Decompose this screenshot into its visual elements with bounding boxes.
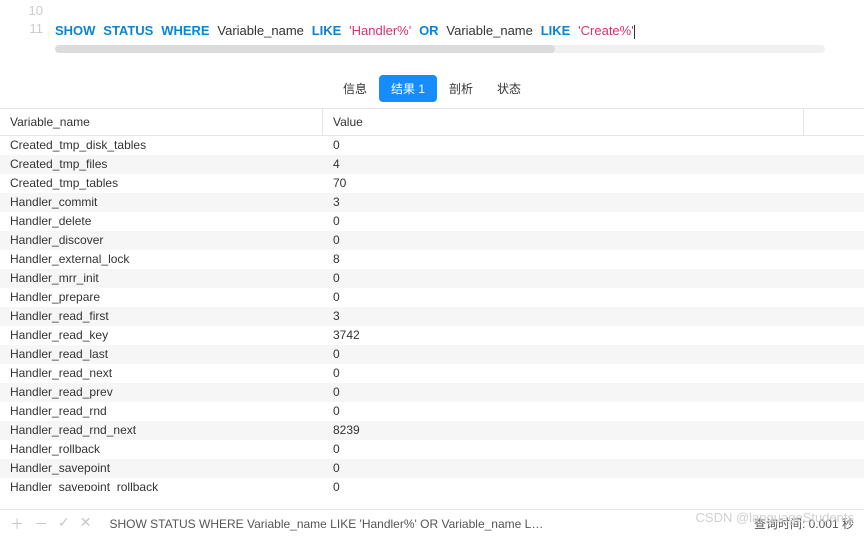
cell-value: 3: [323, 193, 864, 212]
cell-value: 0: [323, 478, 864, 491]
table-row[interactable]: Created_tmp_disk_tables0: [0, 136, 864, 155]
result-grid-body[interactable]: Created_tmp_disk_tables0Created_tmp_file…: [0, 136, 864, 491]
line-gutter: 10 11: [0, 0, 55, 41]
cell-value: 0: [323, 440, 864, 459]
table-row[interactable]: Handler_savepoint_rollback0: [0, 478, 864, 491]
cell-variable-name: Created_tmp_files: [0, 155, 323, 174]
tab-status[interactable]: 状态: [485, 75, 533, 102]
cell-variable-name: Handler_mrr_init: [0, 269, 323, 288]
cell-value: 0: [323, 136, 864, 155]
table-row[interactable]: Handler_delete0: [0, 212, 864, 231]
cell-value: 0: [323, 269, 864, 288]
add-row-icon[interactable]: ＋: [10, 514, 24, 534]
cell-value: 0: [323, 212, 864, 231]
footer-query-time: 查询时间: 0.001 秒: [754, 515, 854, 532]
cell-value: 0: [323, 383, 864, 402]
cell-value: 4: [323, 155, 864, 174]
table-row[interactable]: Handler_read_first3: [0, 307, 864, 326]
cell-value: 70: [323, 174, 864, 193]
footer-sql-echo: SHOW STATUS WHERE Variable_name LIKE 'Ha…: [109, 517, 753, 531]
cell-variable-name: Handler_savepoint_rollback: [0, 478, 323, 491]
cell-variable-name: Handler_read_rnd_next: [0, 421, 323, 440]
table-row[interactable]: Handler_read_key3742: [0, 326, 864, 345]
tab-info[interactable]: 信息: [331, 75, 379, 102]
cell-variable-name: Handler_read_next: [0, 364, 323, 383]
table-row[interactable]: Handler_read_rnd0: [0, 402, 864, 421]
table-row[interactable]: Handler_external_lock8: [0, 250, 864, 269]
line-number: 10: [0, 2, 43, 20]
table-row[interactable]: Created_tmp_tables70: [0, 174, 864, 193]
column-header-value[interactable]: Value: [323, 109, 804, 135]
column-header-spacer: [804, 109, 864, 135]
table-row[interactable]: Handler_discover0: [0, 231, 864, 250]
table-row[interactable]: Handler_read_last0: [0, 345, 864, 364]
cell-value: 8239: [323, 421, 864, 440]
cell-variable-name: Handler_rollback: [0, 440, 323, 459]
apply-icon[interactable]: ✓: [58, 514, 70, 534]
cell-variable-name: Created_tmp_disk_tables: [0, 136, 323, 155]
table-row[interactable]: Created_tmp_files4: [0, 155, 864, 174]
table-row[interactable]: Handler_read_rnd_next8239: [0, 421, 864, 440]
cancel-icon[interactable]: ✕: [80, 514, 92, 534]
cell-value: 0: [323, 459, 864, 478]
editor-horizontal-scrollbar[interactable]: [55, 45, 825, 53]
cell-variable-name: Handler_external_lock: [0, 250, 323, 269]
sql-editor[interactable]: 10 11 SHOW STATUS WHERE Variable_name LI…: [0, 0, 864, 41]
cell-variable-name: Handler_savepoint: [0, 459, 323, 478]
cell-value: 0: [323, 402, 864, 421]
table-row[interactable]: Handler_read_next0: [0, 364, 864, 383]
cell-variable-name: Handler_read_prev: [0, 383, 323, 402]
cell-variable-name: Handler_discover: [0, 231, 323, 250]
table-row[interactable]: Handler_rollback0: [0, 440, 864, 459]
scrollbar-thumb[interactable]: [55, 45, 555, 53]
cell-variable-name: Handler_delete: [0, 212, 323, 231]
cell-value: 0: [323, 345, 864, 364]
result-tabs: 信息 结果 1 剖析 状态: [0, 75, 864, 102]
cell-variable-name: Handler_read_first: [0, 307, 323, 326]
status-bar: ＋ － ✓ ✕ SHOW STATUS WHERE Variable_name …: [0, 509, 864, 537]
cell-value: 0: [323, 288, 864, 307]
cell-variable-name: Handler_prepare: [0, 288, 323, 307]
cell-variable-name: Handler_read_last: [0, 345, 323, 364]
table-row[interactable]: Handler_prepare0: [0, 288, 864, 307]
line-number: 11: [0, 20, 43, 38]
cell-value: 8: [323, 250, 864, 269]
table-row[interactable]: Handler_commit3: [0, 193, 864, 212]
tab-result-1[interactable]: 结果 1: [379, 75, 437, 102]
cell-value: 3742: [323, 326, 864, 345]
table-row[interactable]: Handler_mrr_init0: [0, 269, 864, 288]
cell-variable-name: Handler_read_key: [0, 326, 323, 345]
column-header-name[interactable]: Variable_name: [0, 109, 323, 135]
cell-variable-name: Created_tmp_tables: [0, 174, 323, 193]
result-grid-header: Variable_name Value: [0, 108, 864, 136]
tab-profile[interactable]: 剖析: [437, 75, 485, 102]
cell-value: 3: [323, 307, 864, 326]
sql-line[interactable]: SHOW STATUS WHERE Variable_name LIKE 'Ha…: [55, 20, 635, 41]
text-cursor: [634, 25, 635, 39]
table-row[interactable]: Handler_savepoint0: [0, 459, 864, 478]
cell-value: 0: [323, 364, 864, 383]
cell-value: 0: [323, 231, 864, 250]
code-area[interactable]: SHOW STATUS WHERE Variable_name LIKE 'Ha…: [55, 0, 635, 41]
table-row[interactable]: Handler_read_prev0: [0, 383, 864, 402]
cell-variable-name: Handler_commit: [0, 193, 323, 212]
cell-variable-name: Handler_read_rnd: [0, 402, 323, 421]
delete-row-icon[interactable]: －: [34, 514, 48, 534]
